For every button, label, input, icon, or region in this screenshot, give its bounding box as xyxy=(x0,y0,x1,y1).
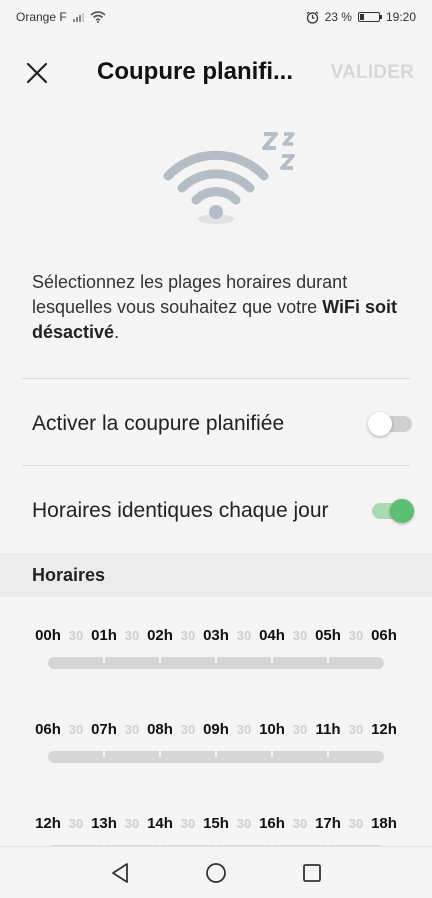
status-left: Orange F xyxy=(16,10,106,24)
slider-tick xyxy=(103,657,105,663)
description-text: Sélectionnez les plages horaires durant … xyxy=(32,270,404,345)
half-hour-label: 30 xyxy=(348,722,364,737)
validate-button[interactable]: VALIDER xyxy=(331,62,414,84)
half-hour-label: 30 xyxy=(180,628,196,643)
status-right: 23 % 19:20 xyxy=(306,10,416,24)
home-circle-icon xyxy=(206,862,226,883)
hour-labels: 12h 13h 14h 15h 16h 17h 18h 30 30 30 30 30 30 xyxy=(0,815,432,839)
section-header-schedule: Horaires xyxy=(0,553,432,597)
toggle-thumb xyxy=(390,499,414,523)
setting-row-same-schedule: Horaires identiques chaque jour xyxy=(32,481,414,541)
hour-label: 10h xyxy=(259,721,285,738)
hour-label: 08h xyxy=(147,721,173,738)
time-block: 00h 01h 02h 03h 04h 05h 06h 30 30 30 30 30 30 xyxy=(0,627,432,687)
time-slider-track[interactable] xyxy=(48,751,384,763)
status-bar: Orange F 23 % 19:20 xyxy=(0,0,432,34)
recents-button[interactable] xyxy=(297,858,327,888)
page-title: Coupure planifi... xyxy=(97,58,293,85)
hour-label: 14h xyxy=(147,815,173,832)
hour-labels: 06h 07h 08h 09h 10h 11h 12h 30 30 30 30 30 30 xyxy=(0,721,432,745)
hour-label: 04h xyxy=(259,627,285,644)
description-text-end: . xyxy=(114,322,120,342)
hour-label: 13h xyxy=(91,815,117,832)
hour-label: 15h xyxy=(203,815,229,832)
recents-square-icon xyxy=(303,863,321,882)
hour-label: 05h xyxy=(315,627,341,644)
hour-label: 12h xyxy=(35,815,61,832)
wifi-icon xyxy=(90,11,106,23)
slider-tick xyxy=(215,751,217,757)
home-button[interactable] xyxy=(201,858,231,888)
hour-label: 03h xyxy=(203,627,229,644)
slider-tick xyxy=(271,751,273,757)
half-hour-label: 30 xyxy=(68,816,84,831)
description-text-start: Sélectionnez les plages horaires durant … xyxy=(32,272,348,317)
battery-percent: 23 % xyxy=(324,10,352,24)
half-hour-label: 30 xyxy=(124,816,140,831)
half-hour-label: 30 xyxy=(348,816,364,831)
half-hour-label: 30 xyxy=(236,816,252,831)
half-hour-label: 30 xyxy=(124,722,140,737)
time-block: 06h 07h 08h 09h 10h 11h 12h 30 30 30 30 30 30 xyxy=(0,721,432,781)
slider-tick xyxy=(327,751,329,757)
divider xyxy=(22,465,410,466)
slider-tick xyxy=(327,657,329,663)
half-hour-label: 30 xyxy=(236,628,252,643)
toggle-thumb xyxy=(368,412,392,436)
half-hour-label: 30 xyxy=(180,722,196,737)
scheduled-cutoff-toggle[interactable] xyxy=(368,412,412,436)
time-slider-track[interactable] xyxy=(48,657,384,669)
half-hour-label: 30 xyxy=(180,816,196,831)
slider-tick xyxy=(215,657,217,663)
half-hour-label: 30 xyxy=(236,722,252,737)
same-schedule-toggle[interactable] xyxy=(368,499,414,523)
alarm-icon xyxy=(306,11,318,24)
hour-label: 17h xyxy=(315,815,341,832)
half-hour-label: 30 xyxy=(68,722,84,737)
slider-tick xyxy=(103,751,105,757)
hour-label: 09h xyxy=(203,721,229,738)
battery-icon xyxy=(357,12,382,22)
hour-labels: 00h 01h 02h 03h 04h 05h 06h 30 30 30 30 30 30 xyxy=(0,627,432,651)
close-button[interactable] xyxy=(20,58,54,88)
back-triangle-icon xyxy=(112,862,128,883)
half-hour-label: 30 xyxy=(292,628,308,643)
half-hour-label: 30 xyxy=(124,628,140,643)
half-hour-label: 30 xyxy=(68,628,84,643)
hour-label: 06h xyxy=(35,721,61,738)
slider-tick xyxy=(159,751,161,757)
hour-label: 02h xyxy=(147,627,173,644)
signal-icon xyxy=(72,12,84,22)
slider-tick xyxy=(159,657,161,663)
hour-label: 06h xyxy=(371,627,397,644)
battery-level xyxy=(359,14,364,20)
hour-label: 00h xyxy=(35,627,61,644)
clock: 19:20 xyxy=(385,10,416,24)
hour-label: 11h xyxy=(315,721,341,738)
half-hour-label: 30 xyxy=(292,722,308,737)
slider-tick xyxy=(271,657,273,663)
hour-label: 07h xyxy=(91,721,117,738)
setting-row-scheduled-cutoff: Activer la coupure planifiée xyxy=(32,404,412,444)
half-hour-label: 30 xyxy=(292,816,308,831)
system-nav-bar xyxy=(0,846,432,898)
setting-label-scheduled-cutoff: Activer la coupure planifiée xyxy=(32,412,285,435)
close-icon xyxy=(26,62,48,84)
back-button[interactable] xyxy=(105,858,135,888)
hour-label: 01h xyxy=(91,627,117,644)
hour-label: 12h xyxy=(371,721,397,738)
carrier-name: Orange F xyxy=(16,10,67,24)
hour-label: 16h xyxy=(259,815,285,832)
half-hour-label: 30 xyxy=(348,628,364,643)
app-bar: Coupure planifi... VALIDER xyxy=(0,44,432,100)
divider xyxy=(22,378,410,379)
setting-label-same-schedule: Horaires identiques chaque jour xyxy=(32,499,329,522)
wifi-sleep-icon xyxy=(163,132,295,224)
hour-label: 18h xyxy=(371,815,397,832)
